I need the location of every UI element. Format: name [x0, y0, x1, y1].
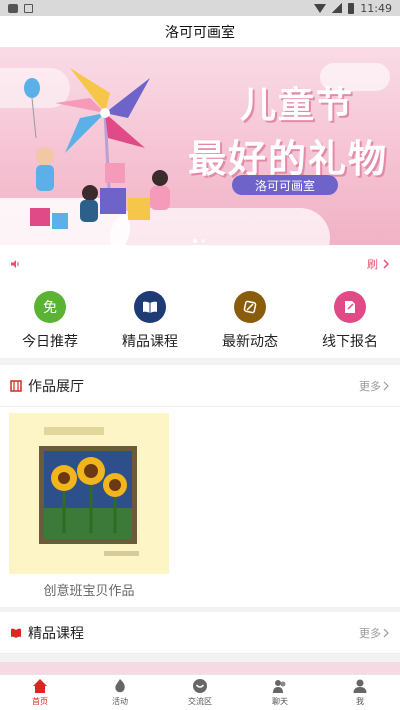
course-section-header: 精品课程 更多 — [0, 612, 400, 654]
status-bar: 11:49 — [0, 0, 400, 16]
activity-icon — [115, 679, 125, 693]
people-icon — [273, 680, 286, 693]
course-preview-strip — [0, 662, 400, 674]
artwork-image — [9, 413, 169, 574]
notice-bar[interactable]: 刷 — [0, 245, 400, 283]
chevron-right-icon — [383, 628, 389, 637]
free-icon-glyph: 免 — [43, 300, 57, 316]
more-label: 更多 — [359, 626, 381, 640]
gallery-icon — [10, 379, 22, 392]
notice-refresh-label[interactable]: 刷 — [367, 256, 378, 272]
quick-menu: 免 今日推荐 精品课程 最新动态 线下报名 — [0, 283, 400, 358]
gallery-more-link[interactable]: 更多 — [359, 378, 390, 394]
gallery-section-header: 作品展厅 更多 — [0, 365, 400, 407]
news-icon — [234, 291, 266, 323]
notification-icon — [24, 3, 33, 13]
tab-label: 交流区 — [188, 697, 212, 706]
kids-illustration — [24, 68, 170, 229]
quick-item-label: 线下报名 — [322, 334, 378, 350]
tab-label: 我 — [356, 697, 364, 706]
carousel-dot — [193, 239, 197, 243]
banner-carousel[interactable]: 儿童节 最好的礼物 洛可可画室 — [0, 48, 400, 245]
quick-item-courses[interactable]: 精品课程 — [100, 283, 200, 358]
tab-label: 活动 — [112, 697, 128, 706]
chat-bubble-icon — [193, 679, 207, 693]
tab-community[interactable]: 交流区 — [160, 675, 240, 710]
battery-icon — [348, 2, 355, 14]
artwork-caption: 创意班宝贝作品 — [43, 584, 135, 599]
page-title: 洛可可画室 — [165, 24, 235, 41]
tab-chat[interactable]: 聊天 — [240, 675, 320, 710]
tab-label: 首页 — [32, 697, 48, 706]
course-icon — [11, 628, 21, 638]
bottom-tab-bar: 首页 活动 交流区 聊天 我 — [0, 674, 400, 710]
chevron-right-icon — [383, 259, 390, 269]
quick-item-signup[interactable]: 线下报名 — [300, 283, 400, 358]
quick-item-label: 今日推荐 — [22, 334, 78, 350]
more-label: 更多 — [359, 379, 381, 393]
quick-item-today-recommend[interactable]: 免 今日推荐 — [0, 283, 100, 358]
app-header: 洛可可画室 — [0, 16, 400, 48]
free-icon: 免 — [34, 291, 66, 323]
section-title: 作品展厅 — [28, 378, 84, 395]
banner-pill: 洛可可画室 — [232, 175, 338, 195]
quick-item-news[interactable]: 最新动态 — [200, 283, 300, 358]
carousel-dot — [201, 239, 205, 243]
wifi-icon — [314, 3, 327, 13]
status-time: 11:49 — [360, 1, 392, 15]
speaker-icon — [11, 260, 19, 268]
signal-icon — [332, 3, 343, 13]
section-title: 精品课程 — [28, 625, 84, 642]
gallery-card[interactable]: 创意班宝贝作品 — [9, 413, 169, 601]
tab-label: 聊天 — [272, 697, 288, 706]
course-more-link[interactable]: 更多 — [359, 625, 390, 641]
quick-item-label: 精品课程 — [122, 334, 178, 350]
tab-activity[interactable]: 活动 — [80, 675, 160, 710]
user-icon — [353, 679, 367, 693]
home-icon — [33, 679, 47, 693]
tab-home[interactable]: 首页 — [0, 675, 80, 710]
book-icon — [134, 291, 166, 323]
carousel-indicator — [193, 239, 205, 243]
chevron-right-icon — [383, 381, 389, 390]
message-icon — [8, 3, 18, 13]
banner-headline-1: 儿童节 — [239, 85, 354, 126]
gallery-list: 创意班宝贝作品 — [0, 407, 400, 607]
signup-icon — [334, 291, 366, 323]
quick-item-label: 最新动态 — [222, 334, 278, 350]
sunflower-painting-icon — [39, 427, 139, 556]
tab-me[interactable]: 我 — [320, 675, 400, 710]
